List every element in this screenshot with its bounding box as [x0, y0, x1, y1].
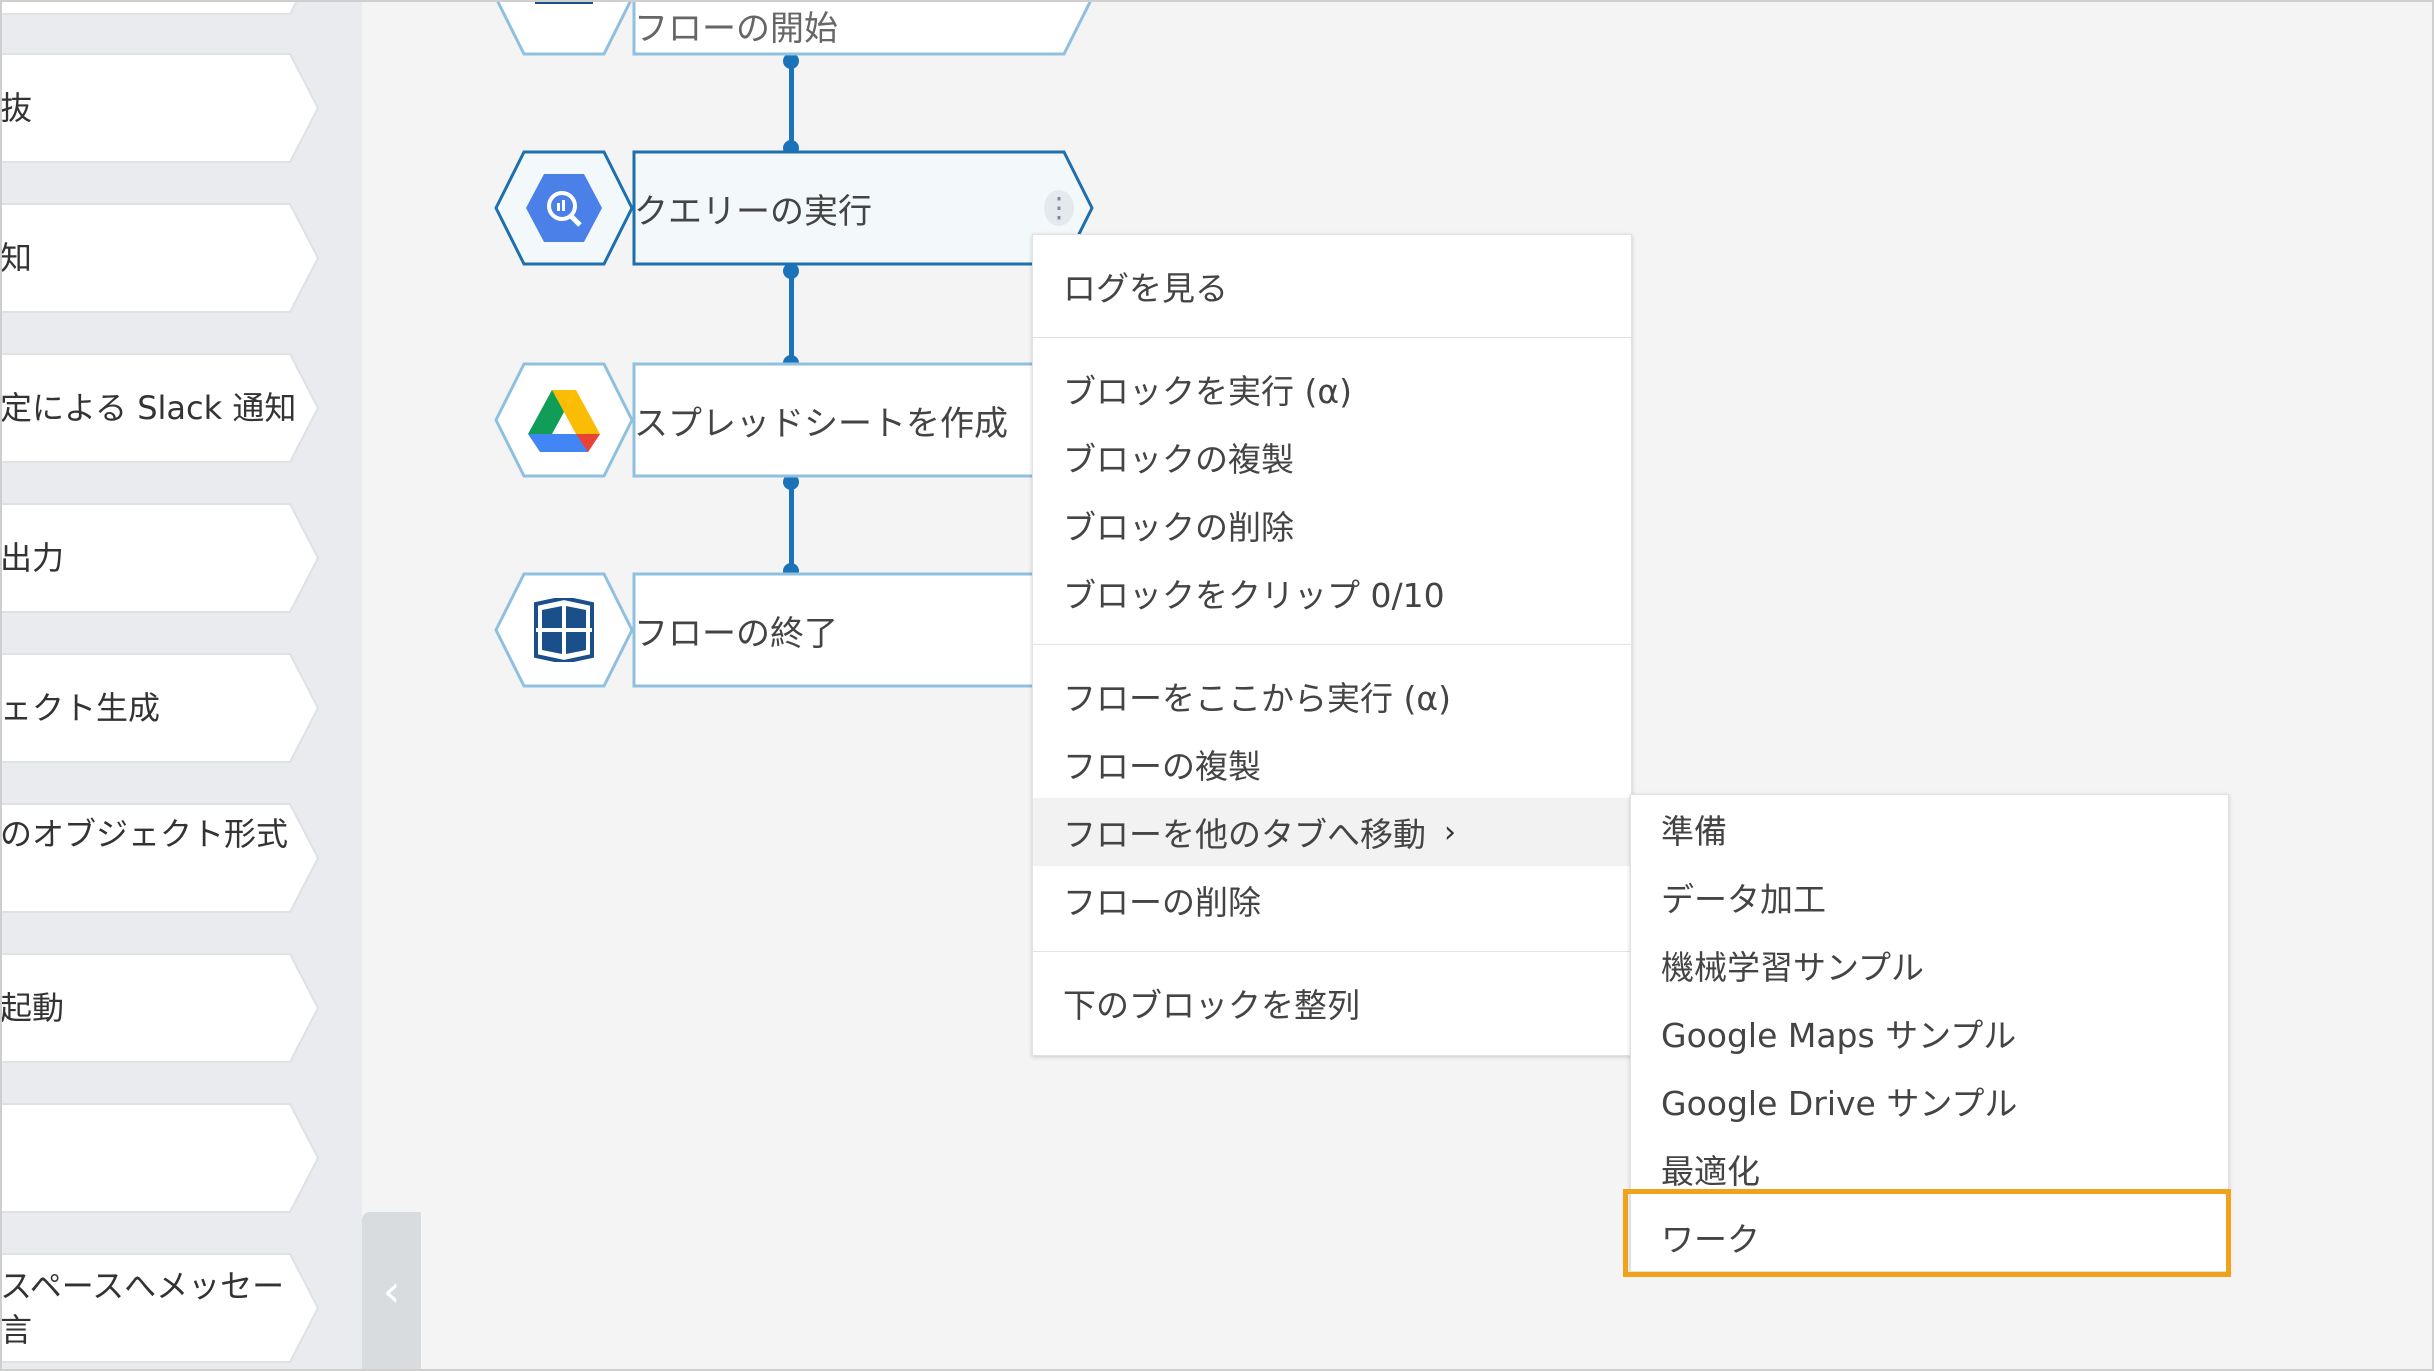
screenshot-frame: [0, 0, 2434, 1371]
